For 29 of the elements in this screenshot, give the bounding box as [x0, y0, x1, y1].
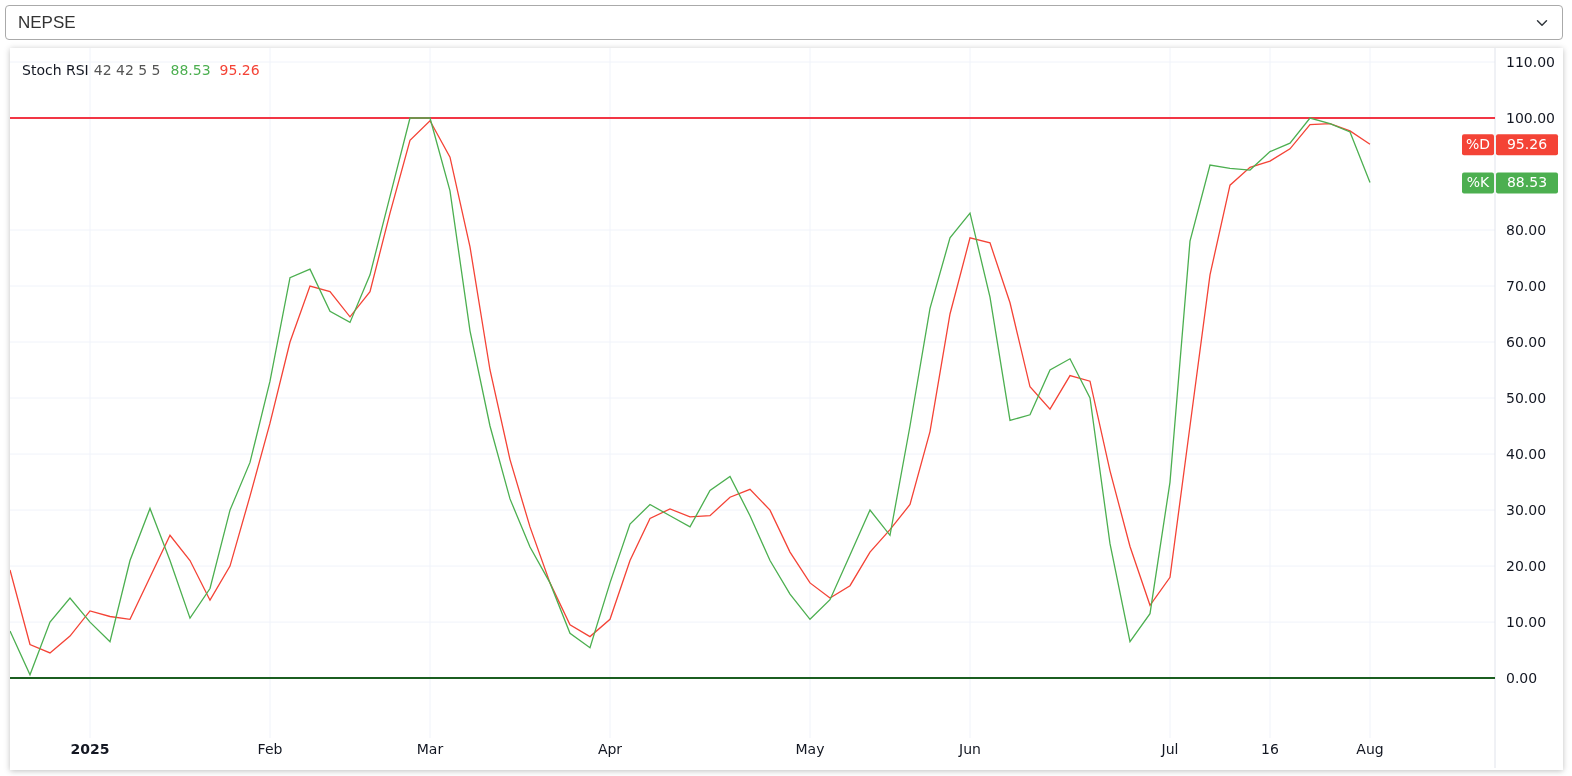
x-axis-label: 16 [1261, 741, 1279, 757]
x-axis-label: 2025 [70, 741, 110, 757]
y-axis-label: 0.00 [1506, 670, 1538, 687]
value-tag: 95.26 [1496, 134, 1558, 156]
legend-value: 88.53 [170, 62, 211, 78]
legend-params: 42 42 5 5 [93, 62, 161, 78]
y-axis-label: 50.00 [1506, 390, 1547, 407]
y-axis-label: 110.00 [1506, 54, 1555, 70]
x-axis-label: Jul [1161, 741, 1179, 757]
y-axis-label: 20.00 [1506, 558, 1547, 575]
y-axis-label: 80.00 [1506, 222, 1547, 238]
y-axis-label: 100.00 [1506, 110, 1555, 126]
y-axis-label: 70.00 [1506, 278, 1547, 295]
y-axis-label: 30.00 [1506, 502, 1547, 519]
y-axis-label: 60.00 [1506, 334, 1547, 351]
legend-value: 95.26 [219, 62, 260, 78]
x-axis-label: Mar [416, 741, 444, 757]
symbol-select[interactable]: NEPSE [5, 5, 1563, 40]
x-axis-label: Apr [597, 741, 623, 757]
x-axis-label: Feb [257, 741, 283, 757]
legend-title: Stoch RSI [22, 62, 89, 78]
series-tag: %D [1462, 134, 1494, 156]
value-tag: 88.53 [1496, 172, 1558, 194]
x-axis-label: Aug [1356, 741, 1384, 757]
x-axis-label: Jun [959, 741, 981, 757]
x-axis-label: May [795, 741, 825, 757]
y-axis-label: 10.00 [1506, 614, 1547, 631]
y-axis-label: 40.00 [1506, 446, 1547, 463]
series-tag: %K [1462, 172, 1494, 194]
